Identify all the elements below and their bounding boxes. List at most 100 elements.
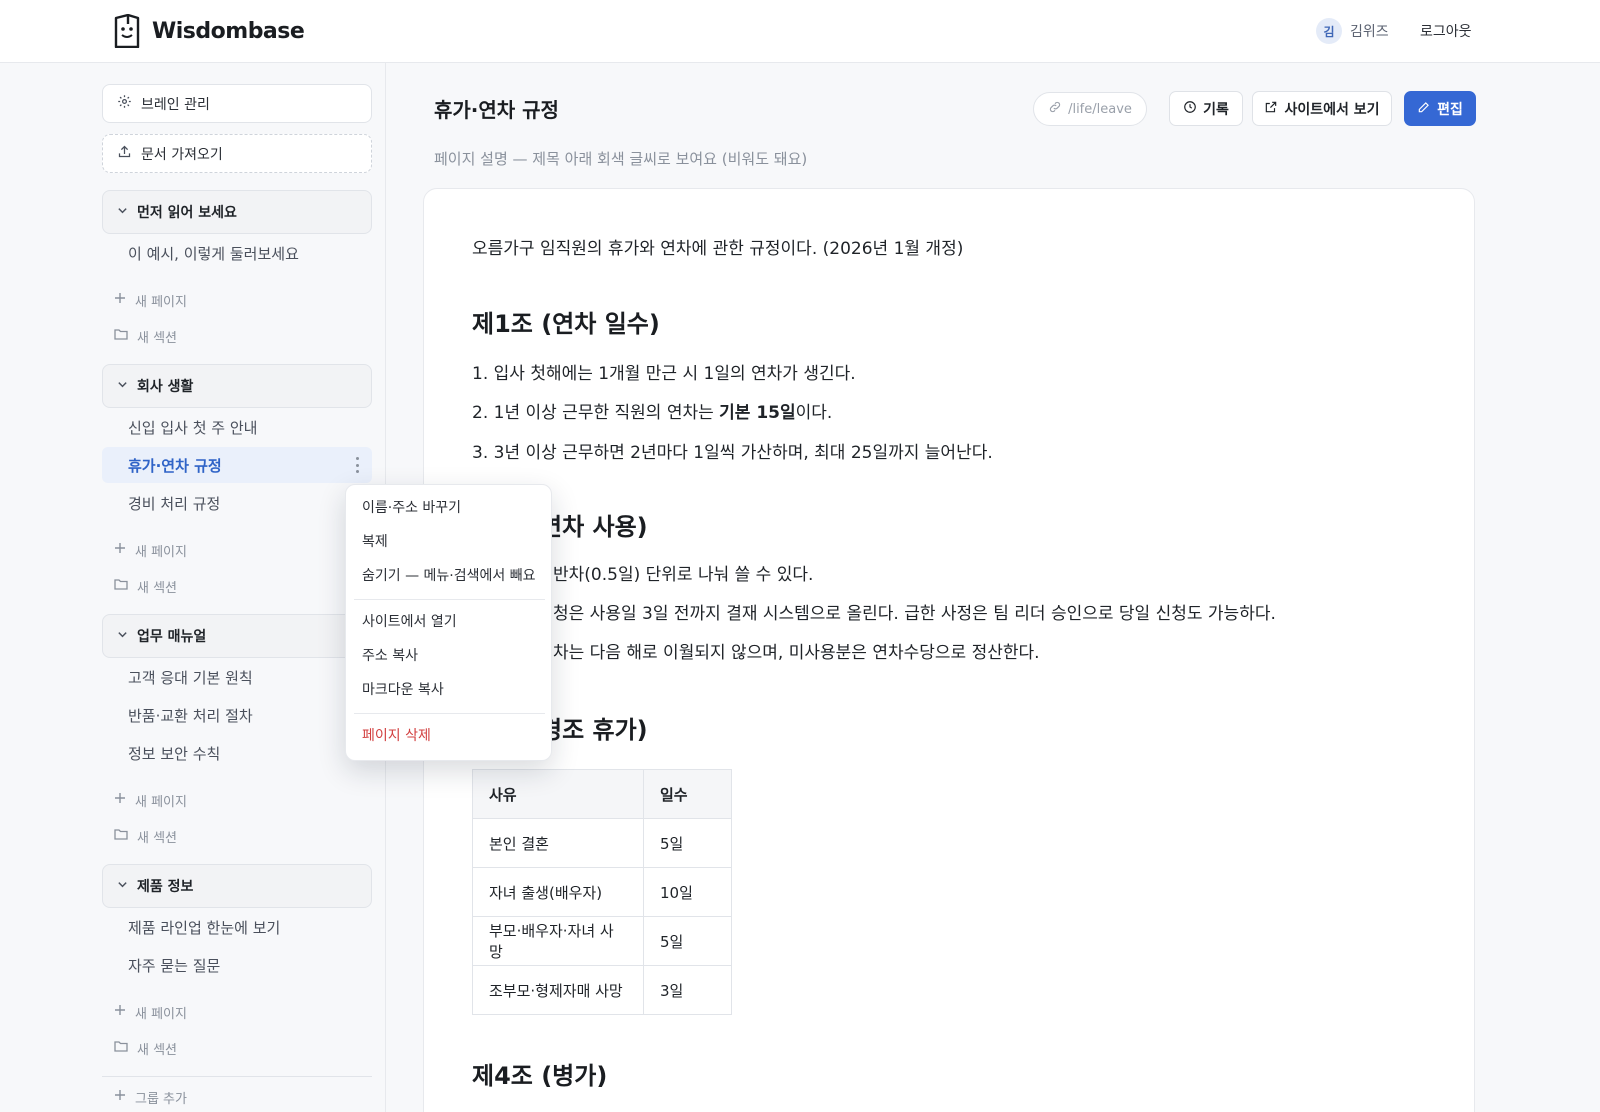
list-text-bold: 기본 15일 <box>719 403 796 423</box>
sidebar-item-faq[interactable]: 자주 묻는 질문 <box>102 947 372 983</box>
import-docs-label: 문서 가져오기 <box>141 146 223 163</box>
brain-settings-label: 브레인 관리 <box>141 96 210 113</box>
menu-separator <box>354 713 545 714</box>
section-heading: 제1조 (연차 일수) <box>472 310 660 338</box>
edit-button[interactable]: 편집 <box>1404 91 1476 126</box>
table-header-cell: 사유 <box>472 769 644 819</box>
new-page-label: 새 페이지 <box>135 294 187 310</box>
sidebar-item-label: 휴가·연차 규정 <box>128 456 222 475</box>
view-site-button[interactable]: 사이트에서 보기 <box>1252 91 1392 126</box>
plus-icon <box>114 1004 126 1020</box>
sidebar-item-customer-service[interactable]: 고객 응대 기본 원칙 <box>102 659 372 695</box>
sidebar-item-leave-policy[interactable]: 휴가·연차 규정 <box>102 447 372 483</box>
table-cell: 본인 결혼 <box>472 818 644 868</box>
page-path: /life/leave <box>1068 101 1132 117</box>
logout-button[interactable]: 로그아웃 <box>1420 21 1472 41</box>
user-menu[interactable]: 김 김위즈 <box>1316 18 1389 44</box>
folder-icon <box>114 578 128 594</box>
new-page-button[interactable]: 새 페이지 <box>114 289 187 311</box>
menu-item-duplicate[interactable]: 복제 <box>362 531 388 551</box>
table-cell: 5일 <box>643 818 732 868</box>
new-section-button[interactable]: 새 섹션 <box>114 575 177 597</box>
chevron-down-icon <box>117 378 128 394</box>
page-description[interactable]: 페이지 설명 — 제목 아래 회색 글씨로 보여요 (비워도 돼요) <box>434 148 807 169</box>
add-group-button[interactable]: 그룹 추가 <box>114 1086 187 1108</box>
kebab-icon[interactable] <box>354 457 360 473</box>
sidebar-item-label: 자주 묻는 질문 <box>128 956 221 975</box>
new-page-label: 새 페이지 <box>135 544 187 560</box>
menu-item-rename[interactable]: 이름·주소 바꾸기 <box>362 497 461 517</box>
list-number: 1. <box>472 364 489 384</box>
view-site-label: 사이트에서 보기 <box>1284 101 1380 118</box>
menu-item-copy-markdown[interactable]: 마크다운 복사 <box>362 679 444 699</box>
page-context-menu: 이름·주소 바꾸기 복제 숨기기 — 메뉴·검색에서 빼요 사이트에서 열기 주… <box>345 484 552 761</box>
new-section-button[interactable]: 새 섹션 <box>114 825 177 847</box>
chevron-down-icon <box>117 878 128 894</box>
section-heading: 제4조 (병가) <box>472 1062 608 1090</box>
history-button[interactable]: 기록 <box>1169 91 1243 126</box>
sidebar-item-example-guide[interactable]: 이 예시, 이렇게 둘러보세요 <box>102 235 372 271</box>
group-header-work-manual[interactable]: 업무 매뉴얼 <box>102 614 372 658</box>
plus-icon <box>114 292 126 308</box>
external-link-icon <box>1264 100 1278 118</box>
brand[interactable]: Wisdombase <box>114 14 305 48</box>
table-cell: 자녀 출생(배우자) <box>472 867 644 917</box>
chevron-down-icon <box>117 628 128 644</box>
table-cell: 조부모·형제자매 사망 <box>472 965 644 1015</box>
new-page-button[interactable]: 새 페이지 <box>114 789 187 811</box>
group-title: 업무 매뉴얼 <box>137 629 207 645</box>
edit-label: 편집 <box>1437 101 1463 118</box>
menu-item-open-site[interactable]: 사이트에서 열기 <box>362 611 457 631</box>
doc-intro: 오름가구 임직원의 휴가와 연차에 관한 규정이다. (2026년 1월 개정) <box>472 239 964 259</box>
new-section-button[interactable]: 새 섹션 <box>114 325 177 347</box>
plus-icon <box>114 1089 126 1105</box>
new-section-button[interactable]: 새 섹션 <box>114 1037 177 1059</box>
sidebar-item-security[interactable]: 정보 보안 수칙 <box>102 735 372 771</box>
brand-name: Wisdombase <box>152 18 305 44</box>
page-path-chip[interactable]: /life/leave <box>1033 92 1147 126</box>
menu-item-delete[interactable]: 페이지 삭제 <box>362 725 431 745</box>
sidebar-item-product-lineup[interactable]: 제품 라인업 한눈에 보기 <box>102 909 372 945</box>
new-page-label: 새 페이지 <box>135 794 187 810</box>
group-header-read-first[interactable]: 먼저 읽어 보세요 <box>102 190 372 234</box>
new-page-button[interactable]: 새 페이지 <box>114 539 187 561</box>
section-heading: 경조 휴가) <box>540 716 648 744</box>
group-title: 회사 생활 <box>137 379 194 395</box>
group-header-company-life[interactable]: 회사 생활 <box>102 364 372 408</box>
list-text: 3년 이상 근무하면 2년마다 1일씩 가산하며, 최대 25일까지 늘어난다. <box>493 443 993 463</box>
menu-separator <box>354 599 545 600</box>
brain-settings-button[interactable]: 브레인 관리 <box>102 84 372 123</box>
history-label: 기록 <box>1203 101 1229 118</box>
new-section-label: 새 섹션 <box>137 580 178 596</box>
table-header-cell: 일수 <box>643 769 732 819</box>
page-title: 휴가·연차 규정 <box>434 98 559 122</box>
sidebar-item-returns[interactable]: 반품·교환 처리 절차 <box>102 697 372 733</box>
list-item: 1. 입사 첫해에는 1개월 만근 시 1일의 연차가 생긴다. <box>472 359 856 384</box>
list-number: 3. <box>472 443 489 463</box>
sidebar-item-expense-policy[interactable]: 경비 처리 규정 <box>102 485 372 521</box>
new-section-label: 새 섹션 <box>137 1042 178 1058</box>
leave-table: 사유 일수 본인 결혼 5일 자녀 출생(배우자) 10일 부모·배우자·자녀 … <box>472 769 732 1015</box>
list-number: 2. <box>472 403 489 423</box>
chevron-down-icon <box>117 204 128 220</box>
list-item: 차는 다음 해로 이월되지 않으며, 미사용분은 연차수당으로 정산한다. <box>553 643 1040 663</box>
group-header-product-info[interactable]: 제품 정보 <box>102 864 372 908</box>
link-icon <box>1048 100 1062 118</box>
sidebar-item-label: 이 예시, 이렇게 둘러보세요 <box>128 244 299 263</box>
add-group-label: 그룹 추가 <box>135 1091 187 1107</box>
import-docs-button[interactable]: 문서 가져오기 <box>102 134 372 173</box>
table-cell: 5일 <box>643 916 732 966</box>
new-page-button[interactable]: 새 페이지 <box>114 1001 187 1023</box>
menu-item-hide[interactable]: 숨기기 — 메뉴·검색에서 빼요 <box>362 565 535 585</box>
clock-icon <box>1183 100 1197 118</box>
sidebar-item-label: 정보 보안 수칙 <box>128 744 221 763</box>
menu-item-copy-url[interactable]: 주소 복사 <box>362 645 418 665</box>
new-section-label: 새 섹션 <box>137 330 178 346</box>
sidebar-item-onboarding[interactable]: 신입 입사 첫 주 안내 <box>102 409 372 445</box>
list-item: 3. 3년 이상 근무하면 2년마다 1일씩 가산하며, 최대 25일까지 늘어… <box>472 438 993 463</box>
sidebar-divider <box>102 1076 372 1077</box>
folder-icon <box>114 828 128 844</box>
table-cell: 부모·배우자·자녀 사망 <box>472 916 644 966</box>
new-section-label: 새 섹션 <box>137 830 178 846</box>
table-cell: 3일 <box>643 965 732 1015</box>
